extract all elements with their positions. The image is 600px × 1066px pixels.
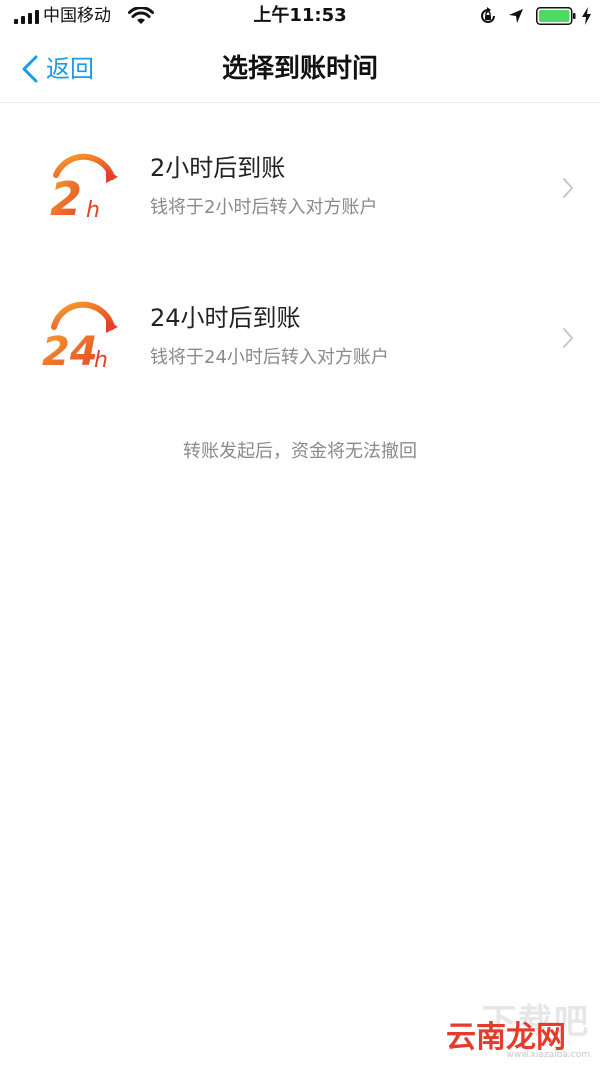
option-description: 钱将于24小时后转入对方账户 — [150, 347, 389, 368]
svg-text:24: 24 — [42, 329, 98, 373]
charging-icon — [582, 7, 591, 25]
twenty-four-hour-icon: 24 h — [42, 301, 118, 373]
battery-icon — [536, 7, 576, 25]
option-title: 24小时后到账 — [150, 304, 301, 332]
svg-text:h: h — [94, 348, 108, 373]
svg-text:h: h — [86, 198, 100, 223]
chevron-right-icon — [563, 178, 573, 198]
svg-text:2: 2 — [50, 172, 82, 223]
watermark-url: www.xiazaiba.com — [506, 1050, 590, 1060]
option-description: 钱将于2小时后转入对方账户 — [150, 197, 378, 218]
option-24-hours[interactable]: 24 h 24小时后到账 钱将于24小时后转入对方账户 — [0, 277, 600, 395]
screen: 中国移动 上午11:53 返回 选择到账时间 2 h 2小时后到账 钱将于2小时… — [0, 0, 600, 1066]
page-title: 选择到账时间 — [221, 54, 378, 84]
watermark: 下载吧 云南龙网 www.xiazaiba.com — [446, 994, 596, 1060]
rotation-lock-icon — [481, 7, 495, 23]
two-hour-icon: 2h 2 h — [50, 153, 118, 223]
nav-bar: 返回 选择到账时间 — [0, 36, 600, 103]
status-bar: 中国移动 上午11:53 — [0, 0, 600, 36]
option-title: 2小时后到账 — [150, 154, 286, 182]
transfer-notice: 转账发起后，资金将无法撤回 — [183, 441, 417, 462]
option-2-hours[interactable]: 2h 2 h 2小时后到账 钱将于2小时后转入对方账户 — [0, 127, 600, 245]
chevron-right-icon — [563, 328, 573, 348]
location-arrow-icon — [509, 9, 523, 23]
